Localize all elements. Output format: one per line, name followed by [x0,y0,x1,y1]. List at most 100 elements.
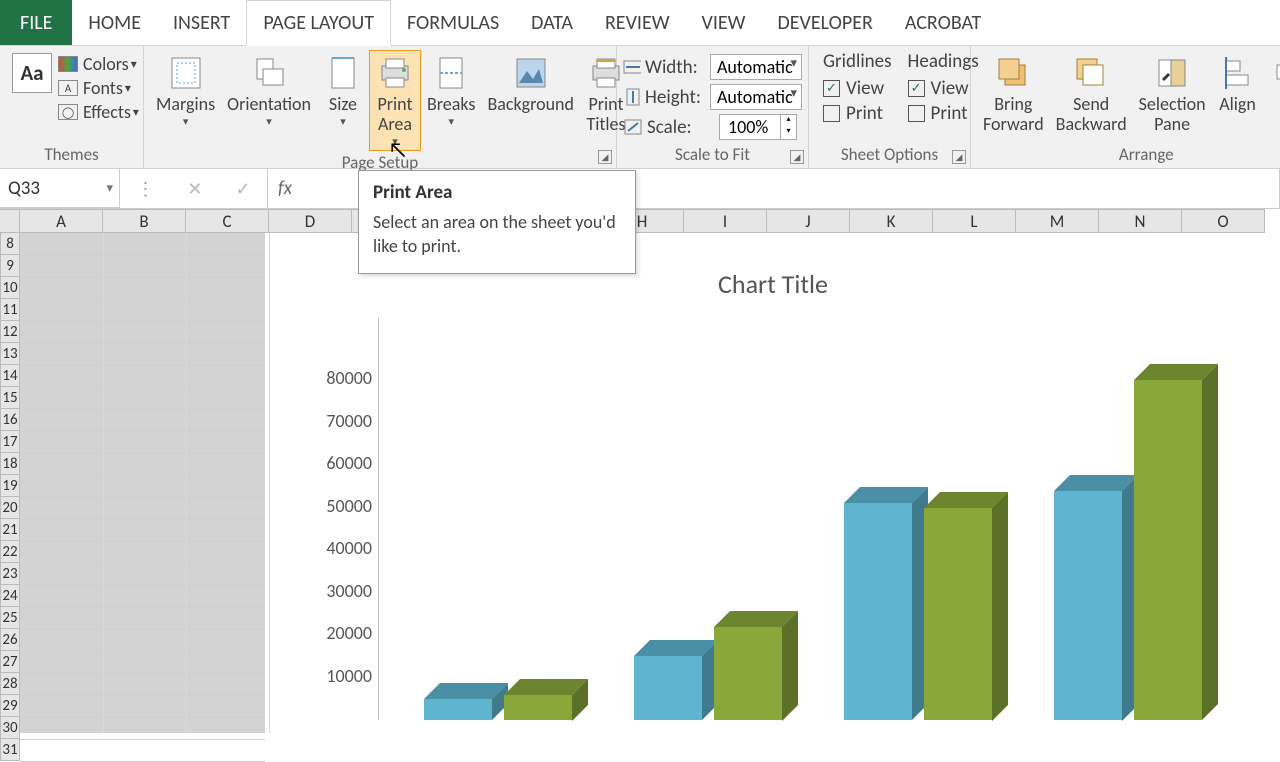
row-header[interactable]: 11 [0,299,20,321]
background-icon [511,53,551,93]
col-header[interactable]: L [933,209,1016,233]
chevron-down-icon: ▾ [448,115,454,128]
align-icon [1218,53,1258,93]
row-header[interactable]: 24 [0,585,20,607]
row-header[interactable]: 12 [0,321,20,343]
orientation-icon [249,53,289,93]
headings-view-check[interactable]: ✓View [908,76,979,101]
select-all-corner[interactable] [0,209,20,233]
print-area-button[interactable]: Print Area▾ [369,50,421,151]
col-header[interactable]: D [269,209,352,233]
page-setup-launcher[interactable]: ◢ [598,150,612,164]
y-tick-label: 40000 [314,537,372,559]
headings-print-check[interactable]: Print [908,101,979,126]
print-area-icon [375,53,415,93]
size-icon [323,53,363,93]
height-icon [623,88,641,106]
embedded-chart[interactable]: Chart Title 1000020000300004000050000600… [270,258,1276,720]
tab-page-layout[interactable]: PAGE LAYOUT [246,0,391,46]
formula-dots-icon[interactable]: ⋮ [136,178,154,200]
themes-button[interactable]: Aa [6,50,58,98]
row-header[interactable]: 17 [0,431,20,453]
y-axis [378,318,379,720]
background-button[interactable]: Background [481,50,580,118]
name-box[interactable]: Q33 [0,169,120,208]
row-header[interactable]: 9 [0,255,20,277]
group-button[interactable]: Gr [1264,50,1280,118]
tab-insert[interactable]: INSERT [157,0,246,45]
tab-data[interactable]: DATA [515,0,589,45]
colors-button[interactable]: Colors▾ [58,52,139,76]
tab-review[interactable]: REVIEW [589,0,686,45]
tab-home[interactable]: HOME [72,0,157,45]
row-header[interactable]: 19 [0,475,20,497]
height-select[interactable]: Automatic [710,84,802,110]
row-header[interactable]: 27 [0,651,20,673]
chevron-down-icon: ▾ [340,115,346,128]
bring-forward-icon [993,53,1033,93]
width-select[interactable]: Automatic [710,54,802,80]
row-header[interactable]: 15 [0,387,20,409]
row-header[interactable]: 10 [0,277,20,299]
scale-launcher[interactable]: ◢ [790,150,804,164]
scale-input[interactable]: 100%▴▾ [719,114,797,140]
enter-icon[interactable]: ✓ [235,178,250,200]
col-header[interactable]: K [850,209,933,233]
row-header[interactable]: 28 [0,673,20,695]
row-header[interactable]: 29 [0,695,20,717]
chevron-down-icon: ▾ [125,81,131,96]
col-header[interactable]: J [767,209,850,233]
send-backward-button[interactable]: Send Backward [1050,50,1133,138]
cancel-icon[interactable]: ✕ [187,178,202,200]
group-arrange-label: Arrange [977,143,1280,168]
gridlines-print-check[interactable]: Print [823,101,892,126]
effects-button[interactable]: ◯Effects▾ [58,100,139,124]
row-header[interactable]: 8 [0,233,20,255]
row-header[interactable]: 18 [0,453,20,475]
margins-button[interactable]: Margins▾ [150,50,221,131]
breaks-icon [431,53,471,93]
row-header[interactable]: 14 [0,365,20,387]
col-header[interactable]: N [1099,209,1182,233]
worksheet-grid[interactable]: ABCDEFGHIJKLMNO 891011121314151617181920… [0,209,1280,233]
row-header[interactable]: 30 [0,717,20,739]
row-header[interactable]: 13 [0,343,20,365]
col-header[interactable]: A [20,209,103,233]
tab-file[interactable]: FILE [0,0,72,45]
orientation-button[interactable]: Orientation▾ [221,50,317,131]
sheet-launcher[interactable]: ◢ [952,150,966,164]
fonts-button[interactable]: AFonts▾ [58,76,139,100]
col-header[interactable]: B [103,209,186,233]
col-header[interactable]: O [1182,209,1265,233]
selection-pane-icon [1152,53,1192,93]
breaks-button[interactable]: Breaks▾ [421,50,481,131]
gridlines-view-check[interactable]: ✓View [823,76,892,101]
tab-developer[interactable]: DEVELOPER [761,0,888,45]
y-tick-label: 10000 [314,665,372,687]
col-header[interactable]: I [684,209,767,233]
row-header[interactable]: 23 [0,563,20,585]
tab-acrobat[interactable]: ACROBAT [889,0,997,45]
tab-view[interactable]: VIEW [686,0,762,45]
row-header[interactable]: 16 [0,409,20,431]
selection-pane-button[interactable]: Selection Pane [1133,50,1212,138]
align-button[interactable]: Align [1212,50,1264,118]
row-header[interactable]: 26 [0,629,20,651]
selected-range [20,233,265,733]
fonts-icon: A [58,80,78,96]
row-header[interactable]: 25 [0,607,20,629]
size-button[interactable]: Size▾ [317,50,369,131]
col-header[interactable]: M [1016,209,1099,233]
y-tick-label: 80000 [314,367,372,389]
row-header[interactable]: 31 [0,739,20,761]
y-tick-label: 20000 [314,622,372,644]
row-header[interactable]: 21 [0,519,20,541]
headings-label: Headings [908,50,979,73]
y-tick-label: 50000 [314,495,372,517]
row-header[interactable]: 22 [0,541,20,563]
bring-forward-button[interactable]: Bring Forward [977,50,1050,138]
row-header[interactable]: 20 [0,497,20,519]
spin-down-icon[interactable]: ▾ [780,127,796,139]
tab-formulas[interactable]: FORMULAS [391,0,515,45]
col-header[interactable]: C [186,209,269,233]
